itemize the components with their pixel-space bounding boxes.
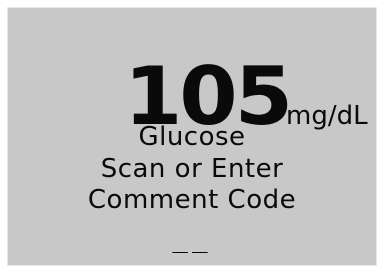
prompt-line-2: Comment Code — [87, 185, 297, 215]
prompt-line-1: Scan or Enter — [100, 154, 284, 184]
glucose-reading: 105 mg/dL — [124, 50, 368, 143]
meter-display-screen: 105 mg/dL Glucose Scan or Enter Comment … — [7, 7, 377, 266]
reading-value: 105 — [124, 50, 293, 143]
comment-code-entry-field[interactable]: __ — [8, 224, 376, 254]
analyte-label: Glucose — [138, 122, 246, 152]
